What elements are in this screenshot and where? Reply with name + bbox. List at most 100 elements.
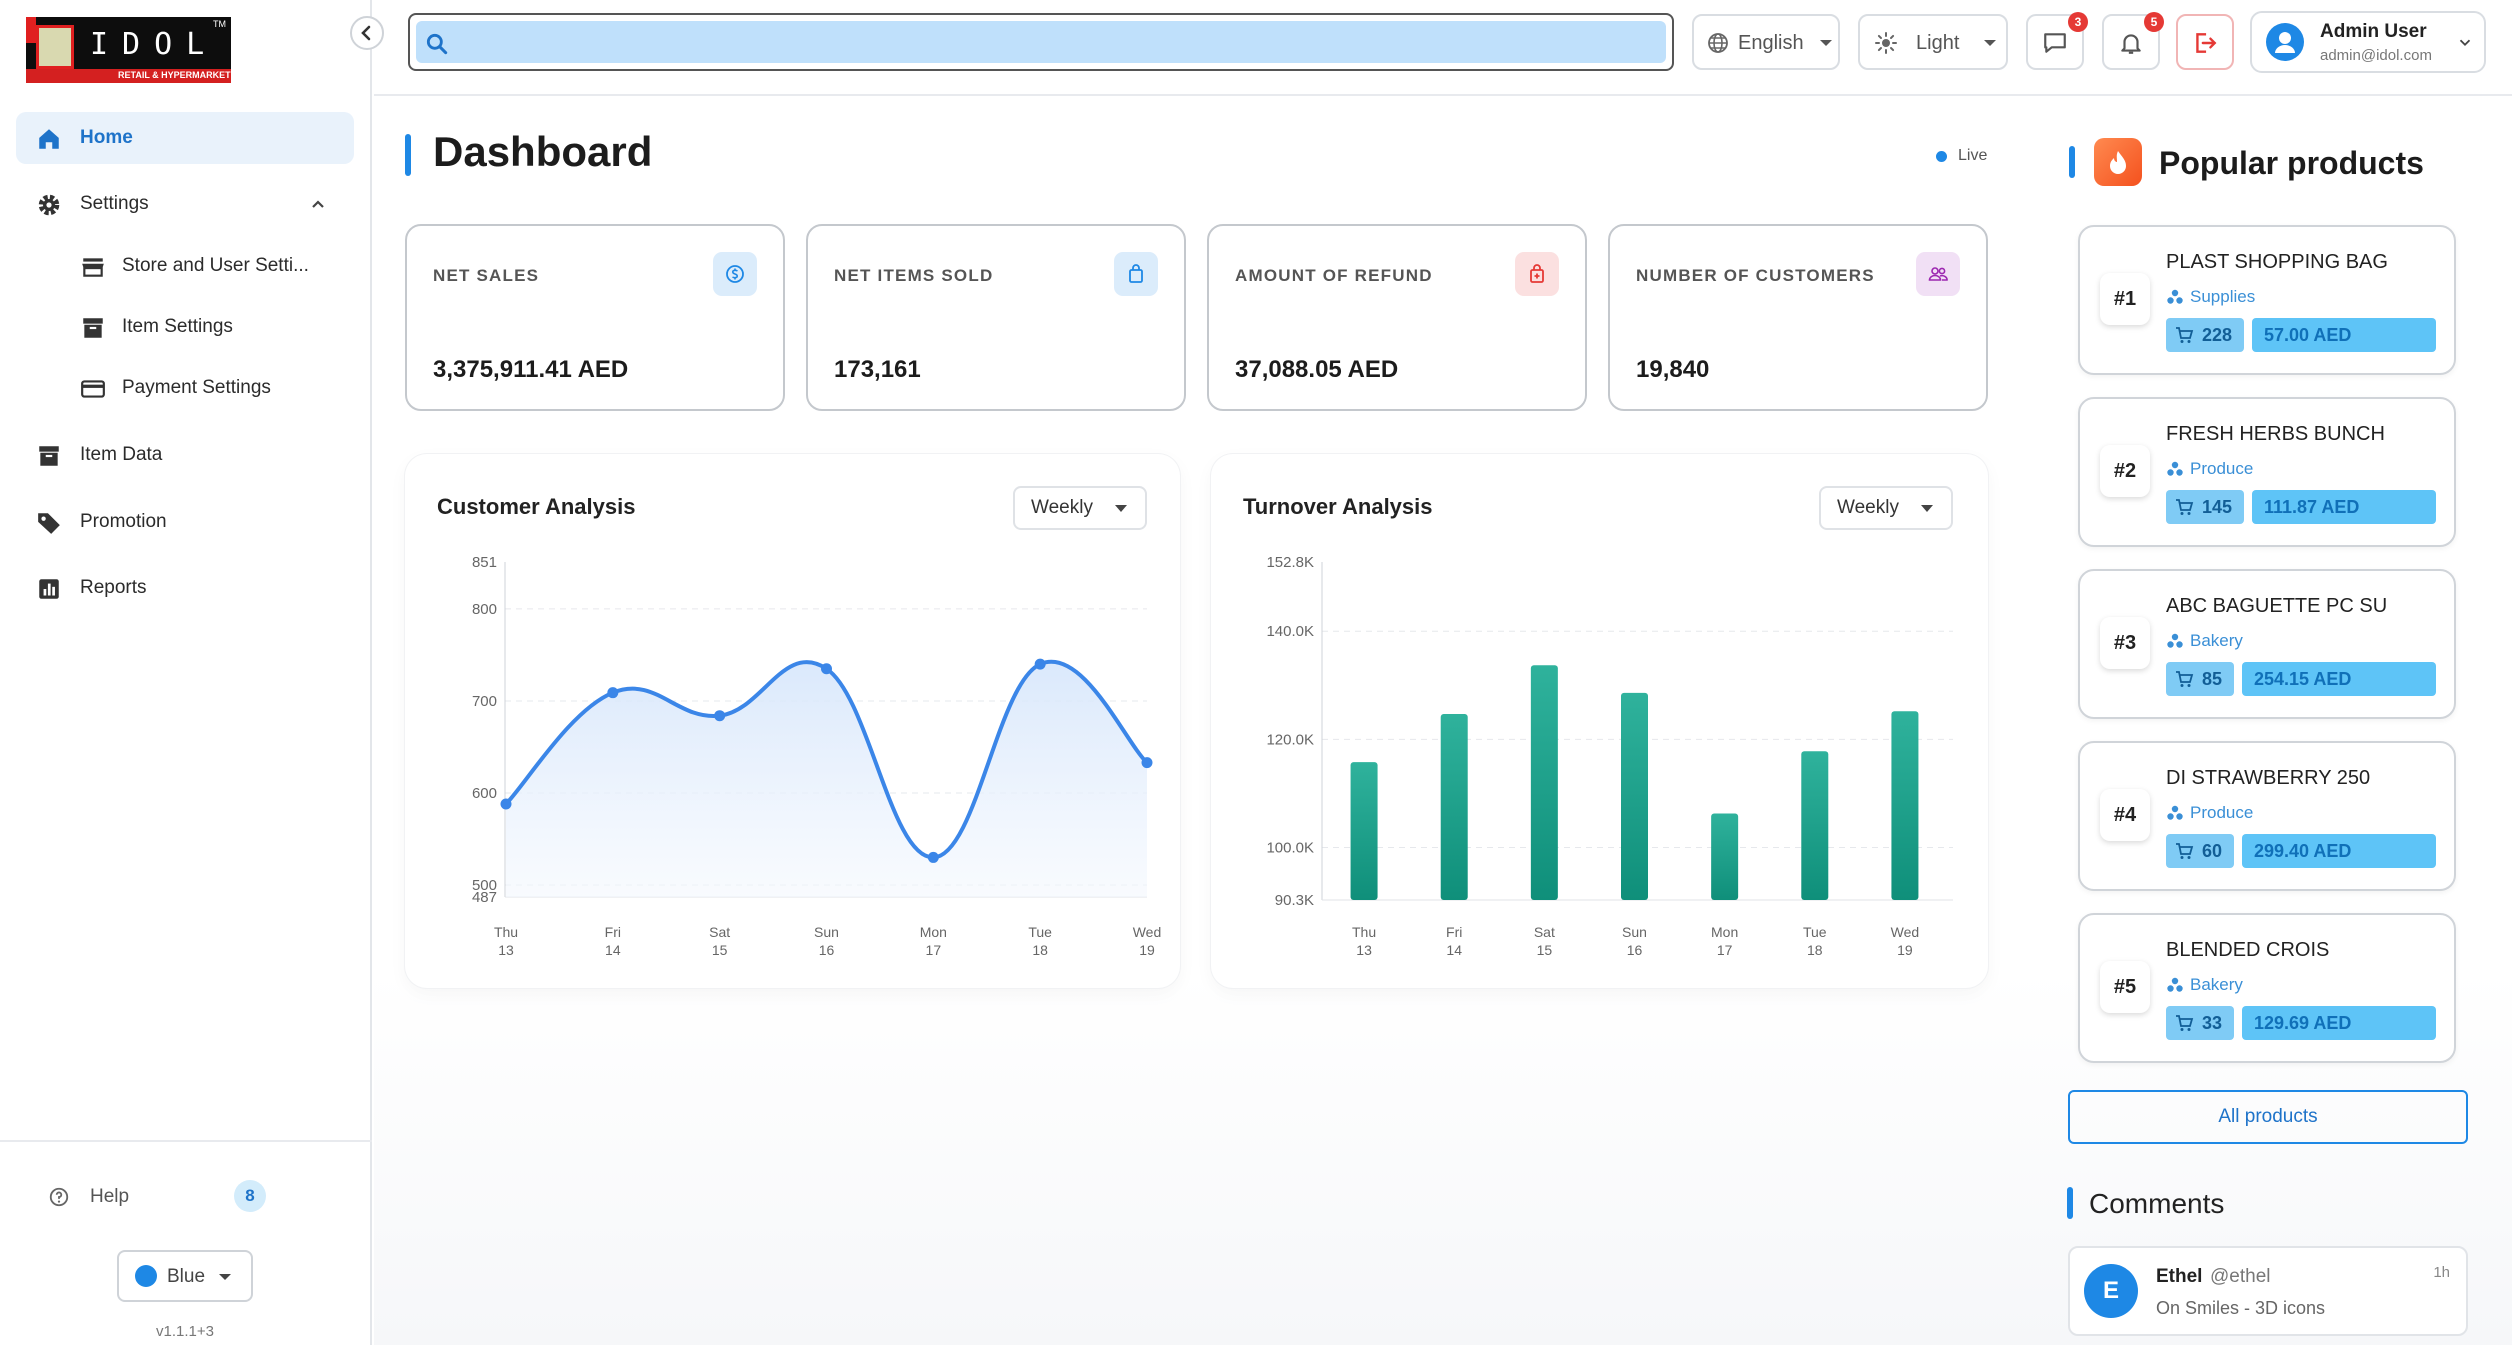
cart-icon bbox=[2176, 1015, 2194, 1031]
x-tick-label: 18 bbox=[1032, 942, 1048, 958]
customer-analysis-chart: 487500600700800851Thu13Fri14Sat15Sun16Mo… bbox=[472, 554, 1161, 958]
product-rank: #3 bbox=[2100, 617, 2150, 669]
comment-avatar: E bbox=[2084, 1264, 2138, 1318]
bar bbox=[1621, 692, 1648, 900]
customer-analysis-card: Customer Analysis Weekly 487 500 600 700 800… bbox=[405, 454, 1180, 988]
chevron-down-icon bbox=[1820, 40, 1832, 46]
product-qty-badge: 145 bbox=[2166, 490, 2245, 524]
x-tick-label: Mon bbox=[920, 924, 947, 940]
product-qty: 60 bbox=[2202, 840, 2223, 861]
stat-card-net-sales: NET SALES 3,375,911.41 AED bbox=[405, 224, 785, 411]
sidebar-item-item-data[interactable]: Item Data bbox=[16, 429, 354, 481]
x-tick-label: 13 bbox=[498, 942, 514, 958]
stat-label: NUMBER OF CUSTOMERS bbox=[1636, 266, 1875, 285]
category-icon bbox=[2167, 461, 2183, 476]
product-qty-badge: 228 bbox=[2166, 318, 2245, 352]
live-indicator: Live bbox=[1936, 147, 1987, 165]
y-tick-label: 90.3K bbox=[1275, 892, 1314, 909]
x-tick-label: 17 bbox=[926, 942, 942, 958]
sidebar-item-reports[interactable]: Reports bbox=[16, 562, 354, 614]
x-tick-label: Wed bbox=[1891, 924, 1920, 940]
cart-icon bbox=[2176, 499, 2194, 515]
popular-title-accent bbox=[2069, 146, 2075, 178]
search-input[interactable] bbox=[416, 21, 1666, 63]
chat-icon bbox=[2044, 33, 2066, 53]
comment-avatar-initial: E bbox=[2102, 1277, 2119, 1304]
help-label: Help bbox=[90, 1186, 130, 1207]
sidebar-item-store-user-settings[interactable]: Store and User Setti... bbox=[16, 240, 354, 292]
x-tick-label: Sun bbox=[814, 924, 839, 940]
credit-card-icon bbox=[81, 380, 105, 398]
theme-color-select[interactable]: Blue bbox=[117, 1250, 253, 1302]
x-tick-label: Thu bbox=[494, 924, 518, 940]
popular-product-card[interactable]: #3 ABC BAGUETTE PC SU Bakery 85 254.15 A… bbox=[2078, 569, 2456, 719]
stat-value: 19,840 bbox=[1636, 356, 1710, 383]
x-tick-label: Sat bbox=[1534, 924, 1555, 940]
y-tick-label: 152.8K bbox=[1266, 554, 1314, 571]
notifications-button[interactable]: 5 bbox=[2102, 12, 2164, 70]
product-category: Supplies bbox=[2166, 287, 2255, 307]
search-box[interactable] bbox=[408, 13, 1674, 71]
bar bbox=[1801, 751, 1829, 900]
y-tick-label: 700 bbox=[472, 693, 497, 710]
data-point bbox=[500, 798, 512, 810]
y-tick-label: 120.0K bbox=[1266, 731, 1314, 748]
popular-product-card[interactable]: #4 DI STRAWBERRY 250 Produce 60 299.40 A… bbox=[2078, 741, 2456, 891]
logout-button[interactable] bbox=[2176, 14, 2234, 70]
stat-label: NET ITEMS SOLD bbox=[834, 266, 994, 285]
help-link[interactable]: Help 8 bbox=[48, 1180, 288, 1216]
chevron-down-icon bbox=[219, 1274, 231, 1280]
user-email: admin@idol.com bbox=[2320, 47, 2432, 64]
product-qty-badge: 60 bbox=[2166, 834, 2235, 868]
sidebar-item-payment-settings[interactable]: Payment Settings bbox=[16, 362, 354, 414]
popular-product-card[interactable]: #1 PLAST SHOPPING BAG Supplies 228 57.00… bbox=[2078, 225, 2456, 375]
sidebar-item-item-settings[interactable]: Item Settings bbox=[16, 301, 354, 353]
all-products-button[interactable]: All products bbox=[2068, 1090, 2468, 1144]
product-name: BLENDED CROIS bbox=[2166, 939, 2330, 961]
sidebar-item-label: Payment Settings bbox=[122, 377, 271, 398]
messages-button[interactable]: 3 bbox=[2026, 12, 2088, 70]
popular-product-card[interactable]: #2 FRESH HERBS BUNCH Produce 145 111.87 … bbox=[2078, 397, 2456, 547]
bar bbox=[1711, 813, 1739, 900]
archive-icon bbox=[83, 318, 103, 338]
page-title: Dashboard bbox=[433, 128, 653, 175]
sidebar-item-label: Reports bbox=[80, 577, 147, 598]
bar bbox=[1440, 713, 1468, 900]
y-tick-label: 600 bbox=[472, 785, 497, 802]
brand-logo[interactable]: IDOL RETAIL & HYPERMARKET TM bbox=[26, 17, 231, 83]
x-tick-label: Sun bbox=[1622, 924, 1647, 940]
product-category-label: Produce bbox=[2190, 459, 2254, 478]
comment-text: On Smiles - 3D icons bbox=[2156, 1298, 2326, 1318]
help-count-badge: 8 bbox=[234, 1180, 266, 1212]
collapse-sidebar-button[interactable] bbox=[350, 16, 384, 50]
product-price: 299.40 AED bbox=[2242, 834, 2436, 868]
sidebar-item-home[interactable]: Home bbox=[16, 112, 354, 164]
comment-item[interactable]: E Ethel @ethel 1h On Smiles - 3D icons bbox=[2068, 1246, 2468, 1336]
globe-icon bbox=[1708, 33, 1728, 53]
data-point bbox=[821, 663, 832, 675]
x-tick-label: Fri bbox=[605, 924, 621, 940]
sidebar-item-promotion[interactable]: Promotion bbox=[16, 496, 354, 548]
sidebar-item-label: Item Data bbox=[80, 444, 163, 465]
data-point bbox=[1141, 757, 1153, 769]
x-tick-label: 15 bbox=[1537, 942, 1553, 958]
user-menu[interactable]: Admin User admin@idol.com bbox=[2250, 11, 2486, 73]
sidebar-item-settings[interactable]: Settings bbox=[16, 178, 354, 230]
language-select[interactable]: English bbox=[1692, 14, 1840, 70]
popular-products-title: Popular products bbox=[2159, 145, 2424, 181]
turnover-analysis-card: Turnover Analysis Weekly 90.3K 100.0K 120.… bbox=[1211, 454, 1988, 988]
dollar-circle-icon bbox=[713, 252, 757, 296]
live-label: Live bbox=[1958, 147, 1988, 164]
comment-time: 1h bbox=[2433, 1264, 2450, 1281]
product-category-label: Produce bbox=[2190, 803, 2254, 822]
popular-product-card[interactable]: #5 BLENDED CROIS Bakery 33 129.69 AED bbox=[2078, 913, 2456, 1063]
stat-value: 37,088.05 AED bbox=[1235, 356, 1399, 383]
gear-icon bbox=[38, 194, 60, 216]
theme-mode-select[interactable]: Light bbox=[1858, 14, 2008, 70]
stat-value: 3,375,911.41 AED bbox=[433, 356, 629, 383]
chevron-down-icon bbox=[1984, 40, 1996, 46]
user-icon bbox=[2275, 32, 2295, 53]
product-price: 111.87 AED bbox=[2252, 490, 2436, 524]
turnover-analysis-chart: 90.3K 100.0K 120.0K 140.0K 152.8K Thu 13 Fri 14 S… bbox=[1266, 554, 1953, 958]
product-category-label: Bakery bbox=[2190, 975, 2243, 994]
